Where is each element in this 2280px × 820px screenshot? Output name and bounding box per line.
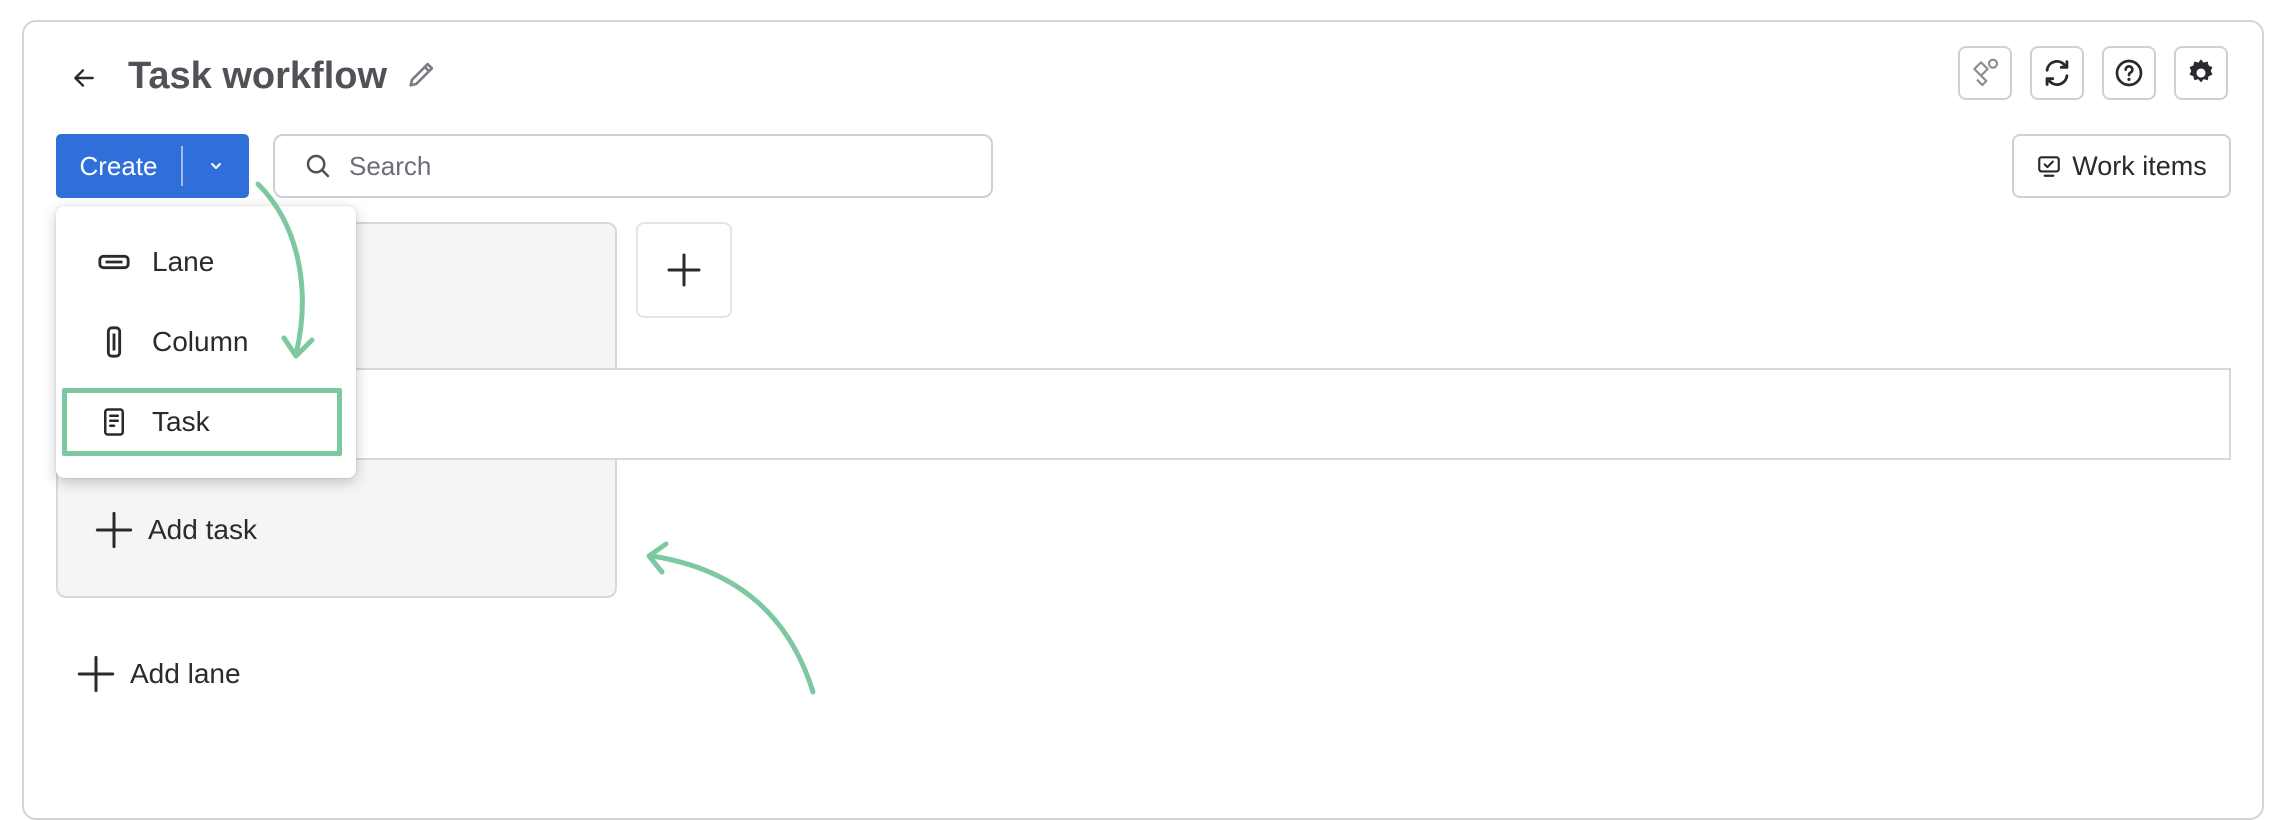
add-lane-button[interactable]: Add lane [76,648,241,700]
chevron-down-icon [211,163,221,169]
menu-item-column[interactable]: Column [56,302,356,382]
plus-icon [667,253,701,287]
plus-icon [77,655,115,693]
work-items-icon [2038,156,2061,177]
create-button-label[interactable]: Create [56,134,181,198]
column-icon [96,324,132,360]
search-icon [306,154,330,178]
create-button[interactable]: Create [56,134,249,198]
search-box[interactable] [273,134,993,198]
integration-button[interactable] [1958,46,2012,100]
sync-icon [2045,60,2069,86]
pencil-icon [409,62,434,87]
work-items-button[interactable]: Work items [2012,134,2231,198]
menu-item-label: Task [152,406,210,437]
menu-item-label: Lane [152,246,215,277]
create-dropdown-toggle[interactable] [183,134,249,198]
menu-item-task[interactable]: Task [56,382,356,462]
edit-title-button[interactable] [402,54,442,94]
add-task-label: Add task [148,514,257,545]
plus-icon [95,511,133,549]
add-task-button[interactable]: Add task [94,504,257,556]
help-icon [2115,59,2143,87]
lane-icon [96,244,132,280]
work-items-label: Work items [2072,150,2207,181]
back-button[interactable] [64,58,104,98]
integration-icon [1973,58,1999,87]
menu-item-label: Column [152,326,249,357]
settings-button[interactable] [2174,46,2228,100]
create-menu: Lane Column Task [56,206,356,478]
menu-item-lane[interactable]: Lane [56,222,356,302]
board-lane [56,368,2231,460]
arrow-left-icon [74,69,94,87]
add-lane-label: Add lane [130,658,241,689]
gear-icon [2189,59,2213,83]
page-title: Task workflow [128,55,388,97]
search-input[interactable] [347,149,991,183]
help-button[interactable] [2102,46,2156,100]
task-icon [96,404,132,440]
add-column-button[interactable] [636,222,732,318]
sync-button[interactable] [2030,46,2084,100]
